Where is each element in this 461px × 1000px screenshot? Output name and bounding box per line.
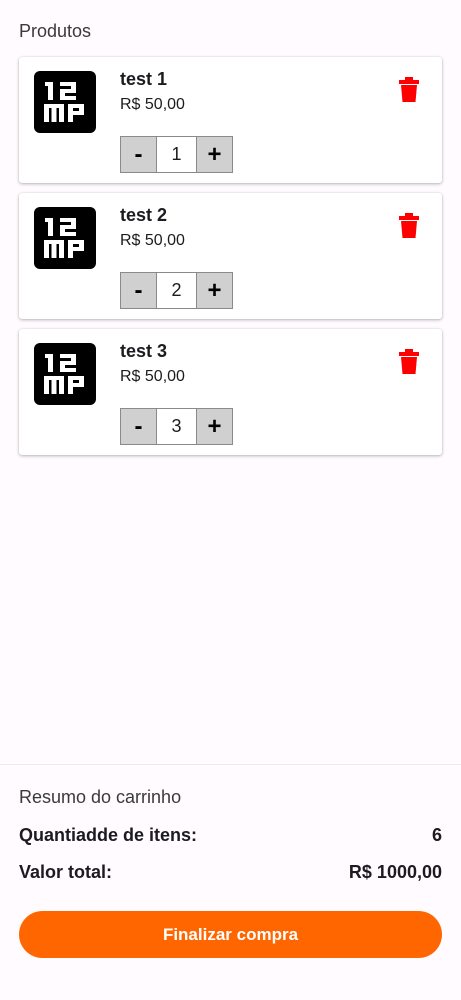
product-price: R$ 50,00 <box>120 232 185 249</box>
summary-title: Resumo do carrinho <box>19 787 182 807</box>
product-card: test 3 R$ 50,00 - 3 + <box>19 329 442 455</box>
decrease-quantity-button[interactable]: - <box>121 409 157 444</box>
increase-quantity-button[interactable]: + <box>196 409 232 444</box>
cart-screen: Produtos test 1 R$ 50,00 - 1 + test 2 R$… <box>0 0 461 1000</box>
12mp-logo-icon <box>34 71 96 133</box>
items-count-row: Quantiadde de itens: 6 <box>19 825 442 846</box>
quantity-value: 2 <box>171 280 182 300</box>
cart-summary: Resumo do carrinho Quantiadde de itens: … <box>0 764 461 1000</box>
checkout-button[interactable]: Finalizar compra <box>19 911 442 958</box>
quantity-stepper: - 2 + <box>120 272 233 309</box>
trash-icon[interactable] <box>398 213 420 239</box>
total-value-amount: R$ 1000,00 <box>348 862 442 882</box>
quantity-value: 1 <box>171 144 182 164</box>
total-value-row: Valor total: R$ 1000,00 <box>19 862 442 883</box>
product-card: test 2 R$ 50,00 - 2 + <box>19 193 442 319</box>
quantity-stepper: - 1 + <box>120 136 233 173</box>
product-name: test 1 <box>120 69 168 89</box>
product-price: R$ 50,00 <box>120 96 185 113</box>
decrease-quantity-button[interactable]: - <box>121 273 157 308</box>
trash-icon[interactable] <box>398 349 420 375</box>
12mp-logo-icon <box>34 343 96 405</box>
product-card: test 1 R$ 50,00 - 1 + <box>19 57 442 183</box>
items-count-value: 6 <box>431 825 442 845</box>
product-name: test 3 <box>120 341 168 361</box>
products-section-title: Produtos <box>19 21 92 41</box>
product-name: test 2 <box>120 205 168 225</box>
product-list: test 1 R$ 50,00 - 1 + test 2 R$ 50,00 - … <box>19 57 442 465</box>
12mp-logo-icon <box>34 207 96 269</box>
increase-quantity-button[interactable]: + <box>196 273 232 308</box>
items-count-label: Quantiadde de itens: <box>19 825 198 845</box>
quantity-stepper: - 3 + <box>120 408 233 445</box>
trash-icon[interactable] <box>398 77 420 103</box>
decrease-quantity-button[interactable]: - <box>121 137 157 172</box>
total-value-label: Valor total: <box>19 862 113 882</box>
product-price: R$ 50,00 <box>120 368 185 385</box>
increase-quantity-button[interactable]: + <box>196 137 232 172</box>
quantity-value: 3 <box>171 416 182 436</box>
